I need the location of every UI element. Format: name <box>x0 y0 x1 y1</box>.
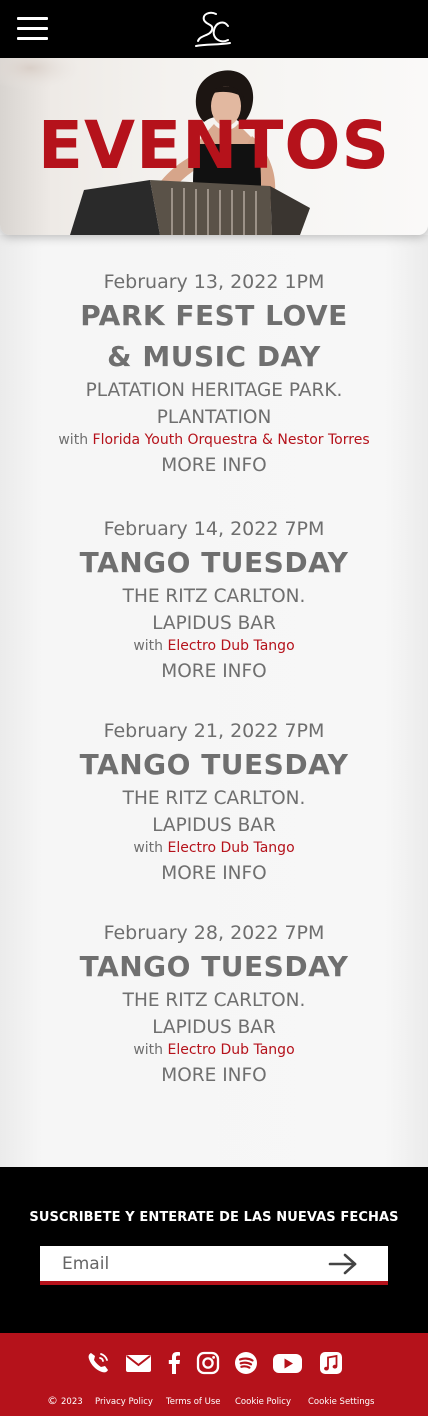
event-venue-line-1: PLATATION HERITAGE PARK. <box>85 380 343 401</box>
page-title: EVENTOS <box>37 107 391 184</box>
event-venue-line-2: LAPIDUS BAR <box>152 613 276 634</box>
logo-icon[interactable] <box>192 8 234 50</box>
subscribe-title: SUSCRIBETE Y ENTERATE DE LAS NUEVAS FECH… <box>29 1210 399 1225</box>
event-date: February 28, 2022 7PM <box>103 922 325 944</box>
privacy-policy-link[interactable]: Privacy Policy <box>95 1395 153 1409</box>
event-title-line-1: TANGO TUESDAY <box>79 748 349 781</box>
event-venue-line-2: LAPIDUS BAR <box>152 1017 276 1038</box>
hero-banner: EVENTOS <box>0 58 428 235</box>
instagram-icon[interactable] <box>195 1350 221 1376</box>
facebook-icon[interactable] <box>162 1350 188 1376</box>
artist-link[interactable]: Florida Youth Orquestra & Nestor Torres <box>93 432 370 448</box>
cookie-settings-link[interactable]: Cookie Settings <box>308 1395 374 1409</box>
event-venue-line-2: PLANTATION <box>156 407 272 428</box>
subscribe-section: SUSCRIBETE Y ENTERATE DE LAS NUEVAS FECH… <box>0 1167 428 1333</box>
event-title-line-1: PARK FEST LOVE <box>80 299 348 332</box>
cookie-policy-link[interactable]: Cookie Policy <box>235 1395 291 1409</box>
more-info-link[interactable]: MORE INFO <box>0 657 428 687</box>
event-venue-line-1: THE RITZ CARLTON. <box>122 990 306 1011</box>
copyright-icon: © <box>47 1394 58 1407</box>
email-input[interactable] <box>40 1246 320 1281</box>
event-venue-line-2: LAPIDUS BAR <box>152 815 276 836</box>
arrow-right-icon[interactable] <box>328 1253 358 1275</box>
more-info-link[interactable]: MORE INFO <box>0 1061 428 1091</box>
event-date: February 21, 2022 7PM <box>103 720 325 742</box>
event-venue-line-1: THE RITZ CARLTON. <box>122 788 306 809</box>
event-date: February 13, 2022 1PM <box>103 271 325 293</box>
hamburger-menu-icon[interactable] <box>17 17 48 40</box>
event-with-line: with Electro Dub Tango <box>0 637 428 655</box>
youtube-icon[interactable] <box>272 1350 303 1376</box>
more-info-link[interactable]: MORE INFO <box>0 451 428 481</box>
with-label: with <box>133 1042 164 1058</box>
event-item: February 13, 2022 1PM PARK FEST LOVE & M… <box>0 269 428 481</box>
event-date: February 14, 2022 7PM <box>103 518 325 540</box>
artist-link[interactable]: Electro Dub Tango <box>168 1042 295 1058</box>
copyright-year: 2023 <box>61 1397 83 1407</box>
event-title-line-1: TANGO TUESDAY <box>79 950 349 983</box>
mail-icon[interactable] <box>125 1350 152 1376</box>
apple-music-icon[interactable] <box>318 1350 344 1376</box>
phone-icon[interactable] <box>85 1350 111 1376</box>
with-label: with <box>133 638 164 654</box>
event-item: February 21, 2022 7PM TANGO TUESDAY THE … <box>0 718 428 889</box>
footer: © 2023 Privacy Policy Terms of Use Cooki… <box>0 1333 428 1416</box>
event-with-line: with Florida Youth Orquestra & Nestor To… <box>0 431 428 449</box>
top-bar <box>0 0 428 58</box>
email-form <box>40 1246 388 1285</box>
event-venue-line-1: THE RITZ CARLTON. <box>122 586 306 607</box>
event-item: February 28, 2022 7PM TANGO TUESDAY THE … <box>0 920 428 1091</box>
spotify-icon[interactable] <box>233 1350 259 1376</box>
artist-link[interactable]: Electro Dub Tango <box>168 638 295 654</box>
event-item: February 14, 2022 7PM TANGO TUESDAY THE … <box>0 516 428 687</box>
event-with-line: with Electro Dub Tango <box>0 1041 428 1059</box>
terms-of-use-link[interactable]: Terms of Use <box>166 1395 221 1409</box>
more-info-link[interactable]: MORE INFO <box>0 859 428 889</box>
event-title-line-2: & MUSIC DAY <box>107 340 321 373</box>
artist-link[interactable]: Electro Dub Tango <box>168 840 295 856</box>
event-with-line: with Electro Dub Tango <box>0 839 428 857</box>
with-label: with <box>133 840 164 856</box>
event-title-line-1: TANGO TUESDAY <box>79 546 349 579</box>
with-label: with <box>58 432 89 448</box>
events-list: February 13, 2022 1PM PARK FEST LOVE & M… <box>0 235 428 1167</box>
